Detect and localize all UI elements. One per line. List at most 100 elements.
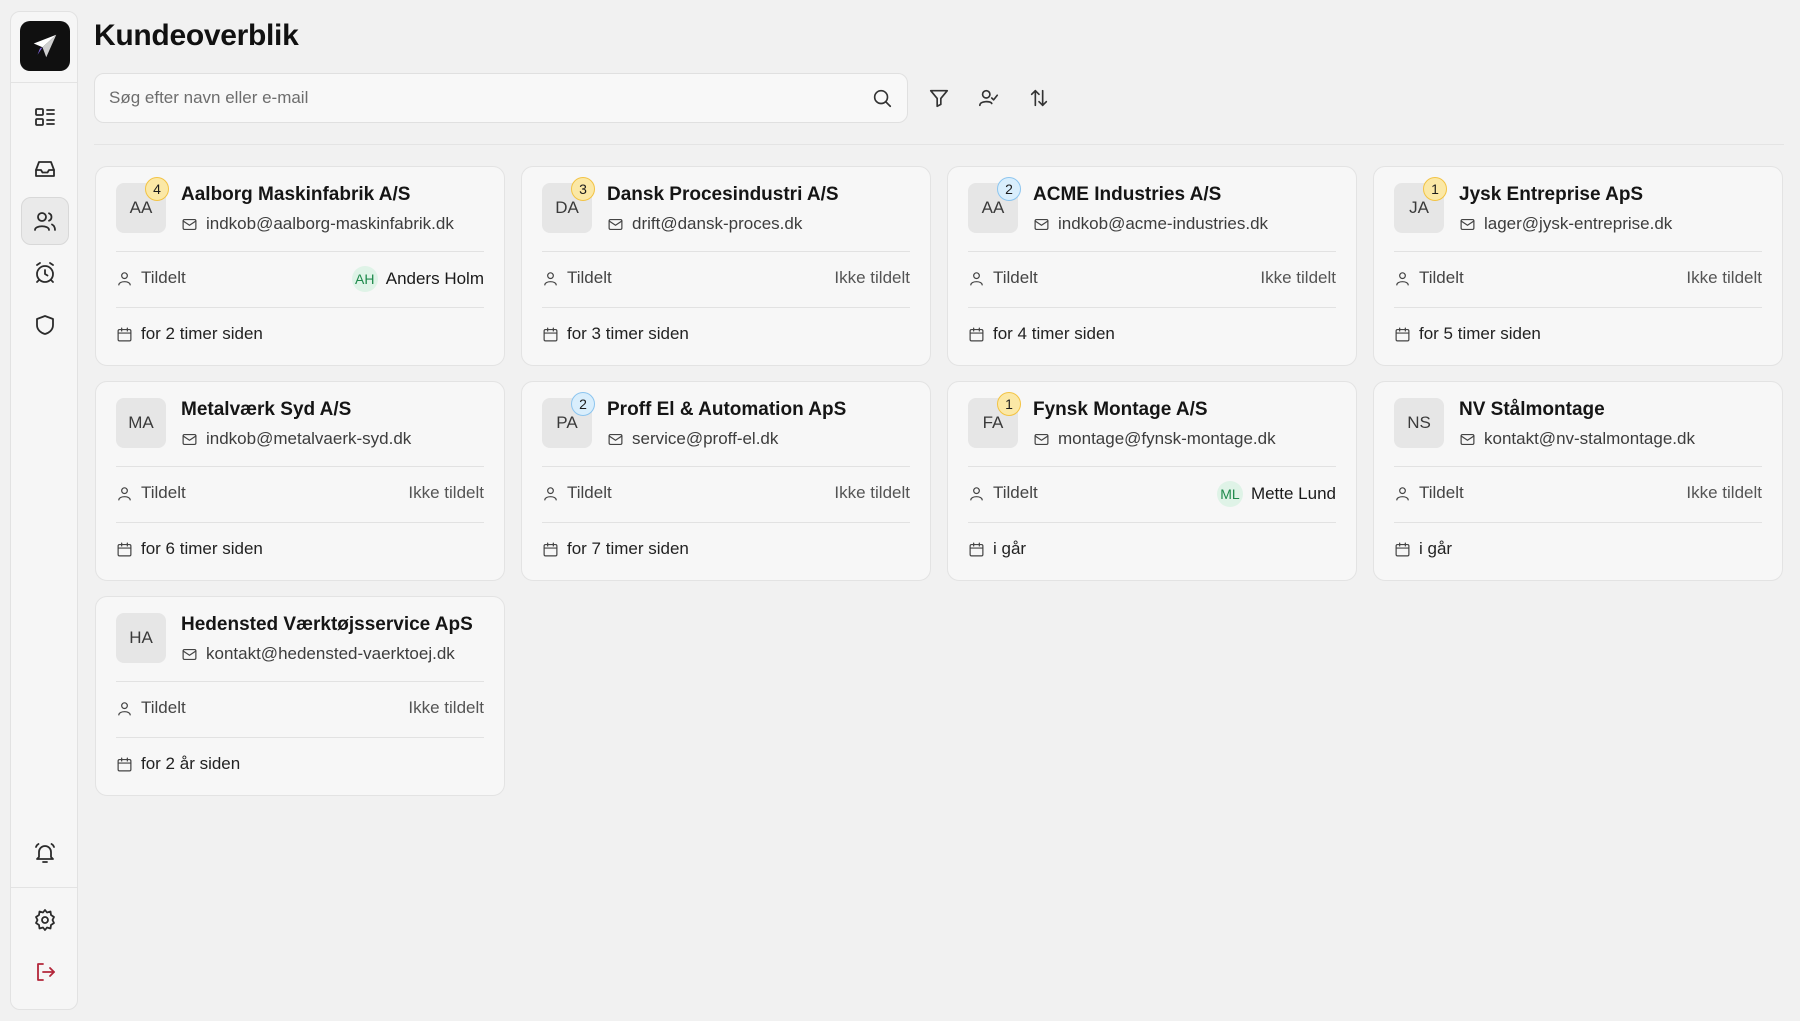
assignee: Ikke tildelt: [834, 483, 910, 503]
customer-card[interactable]: MA Metalværk Syd A/S indkob@metalvaerk-syd…: [95, 381, 505, 581]
assignee-name: Ikke tildelt: [1686, 483, 1762, 502]
card-divider: [1394, 251, 1762, 252]
last-activity: i går: [968, 539, 1026, 559]
card-divider: [542, 466, 910, 467]
card-divider: [1394, 466, 1762, 467]
filter-button[interactable]: [922, 81, 956, 115]
user-icon: [544, 271, 557, 285]
assigned-label: Tildelt: [1394, 268, 1464, 288]
alarm-clock-icon: [36, 262, 54, 283]
search-box[interactable]: [94, 73, 908, 123]
calendar-icon: [1395, 542, 1410, 556]
calendar-icon: [543, 327, 558, 341]
calendar-icon: [117, 542, 132, 556]
dashboard-icon: [35, 108, 55, 126]
customer-card[interactable]: AA 4 Aalborg Maskinfabrik A/S indkob@aalbor…: [95, 166, 505, 366]
assignee-name: Ikke tildelt: [408, 483, 484, 502]
unread-count-badge: 4: [145, 177, 169, 201]
customer-email-text: kontakt@hedensted-vaerktoej.dk: [206, 644, 455, 663]
customer-email: lager@jysk-entreprise.dk: [1459, 214, 1672, 234]
unread-count-badge: 2: [997, 177, 1021, 201]
customer-email-text: indkob@metalvaerk-syd.dk: [206, 429, 412, 448]
customer-name: Aalborg Maskinfabrik A/S: [181, 184, 411, 205]
card-divider: [116, 737, 484, 738]
nav-customers[interactable]: [21, 197, 69, 245]
last-activity-text: for 2 timer siden: [141, 324, 263, 343]
card-divider: [116, 307, 484, 308]
assigned-filter-button[interactable]: [972, 81, 1006, 115]
assigned-label: Tildelt: [1394, 483, 1464, 503]
calendar-icon: [543, 542, 558, 556]
page-title: Kundeoverblik: [94, 19, 299, 52]
card-divider: [542, 251, 910, 252]
card-divider: [1394, 522, 1762, 523]
nav-reminders[interactable]: [21, 249, 69, 297]
assignee: Ikke tildelt: [834, 268, 910, 288]
card-divider: [968, 522, 1336, 523]
customer-card[interactable]: DA 3 Dansk Procesindustri A/S drift@dansk-p…: [521, 166, 931, 366]
customer-avatar: MA: [116, 398, 166, 448]
sidebar: [10, 11, 78, 1010]
nav-notifications[interactable]: [21, 829, 69, 877]
customer-card[interactable]: NS NV Stålmontage kontakt@nv-stalmontage.d…: [1373, 381, 1783, 581]
unread-count-badge: 2: [571, 392, 595, 416]
card-divider: [116, 251, 484, 252]
paper-plane-icon[interactable]: [20, 21, 70, 71]
assigned-label: Tildelt: [542, 268, 612, 288]
customer-name: Dansk Procesindustri A/S: [607, 184, 839, 205]
customer-card[interactable]: AA 2 ACME Industries A/S indkob@acme-indust…: [947, 166, 1357, 366]
assignee-name: Mette Lund: [1250, 484, 1336, 503]
assigned-label-text: Tildelt: [993, 268, 1038, 287]
unread-count-badge: 1: [997, 392, 1021, 416]
search-input[interactable]: [109, 88, 871, 108]
calendar-icon: [969, 542, 984, 556]
last-activity-text: for 6 timer siden: [141, 539, 263, 558]
card-divider: [968, 251, 1336, 252]
header-divider: [94, 144, 1784, 145]
user-icon: [1396, 271, 1409, 285]
customer-email: kontakt@nv-stalmontage.dk: [1459, 429, 1695, 449]
unread-count-badge: 1: [1423, 177, 1447, 201]
customer-email: service@proff-el.dk: [607, 429, 778, 449]
customer-name: Metalværk Syd A/S: [181, 399, 352, 420]
last-activity-text: i går: [1419, 539, 1453, 558]
assigned-label: Tildelt: [968, 268, 1038, 288]
assignee: ML Mette Lund: [1216, 481, 1336, 507]
customer-name: Hedensted Værktøjsservice ApS: [181, 614, 473, 635]
assignee: Ikke tildelt: [1686, 483, 1762, 503]
assignee-name: Ikke tildelt: [408, 698, 484, 717]
card-divider: [116, 522, 484, 523]
customer-card[interactable]: HA Hedensted Værktøjsservice ApS kontakt@h…: [95, 596, 505, 796]
customer-email: indkob@metalvaerk-syd.dk: [181, 429, 411, 449]
customer-name: Fynsk Montage A/S: [1033, 399, 1208, 420]
customer-card[interactable]: PA 2 Proff El & Automation ApS service@prof…: [521, 381, 931, 581]
mail-icon: [608, 218, 623, 230]
last-activity: for 3 timer siden: [542, 324, 689, 344]
nav-settings[interactable]: [21, 896, 69, 944]
nav-inbox[interactable]: [21, 145, 69, 193]
customer-card[interactable]: FA 1 Fynsk Montage A/S montage@fynsk-montag…: [947, 381, 1357, 581]
user-check-icon: [979, 89, 999, 107]
customer-email-text: drift@dansk-proces.dk: [632, 214, 803, 233]
search-icon[interactable]: [871, 87, 893, 109]
last-activity-text: i går: [993, 539, 1027, 558]
nav-logout[interactable]: [21, 948, 69, 996]
nav-dashboard[interactable]: [21, 93, 69, 141]
calendar-icon: [117, 757, 132, 771]
sort-button[interactable]: [1022, 81, 1056, 115]
mail-icon: [1034, 433, 1049, 445]
sidebar-divider: [11, 82, 77, 83]
assignee: Ikke tildelt: [1686, 268, 1762, 288]
nav-security[interactable]: [21, 301, 69, 349]
user-icon: [118, 486, 131, 500]
customer-email-text: service@proff-el.dk: [632, 429, 779, 448]
customer-avatar: NS: [1394, 398, 1444, 448]
sort-icon: [1030, 89, 1048, 107]
assigned-label-text: Tildelt: [993, 483, 1038, 502]
assignee-name: Ikke tildelt: [834, 268, 910, 287]
assignee-avatar: ML: [1216, 481, 1243, 507]
customer-email: kontakt@hedensted-vaerktoej.dk: [181, 644, 455, 664]
customer-card[interactable]: JA 1 Jysk Entreprise ApS lager@jysk-entrepr…: [1373, 166, 1783, 366]
mail-icon: [1460, 218, 1475, 230]
bell-icon: [35, 843, 55, 863]
